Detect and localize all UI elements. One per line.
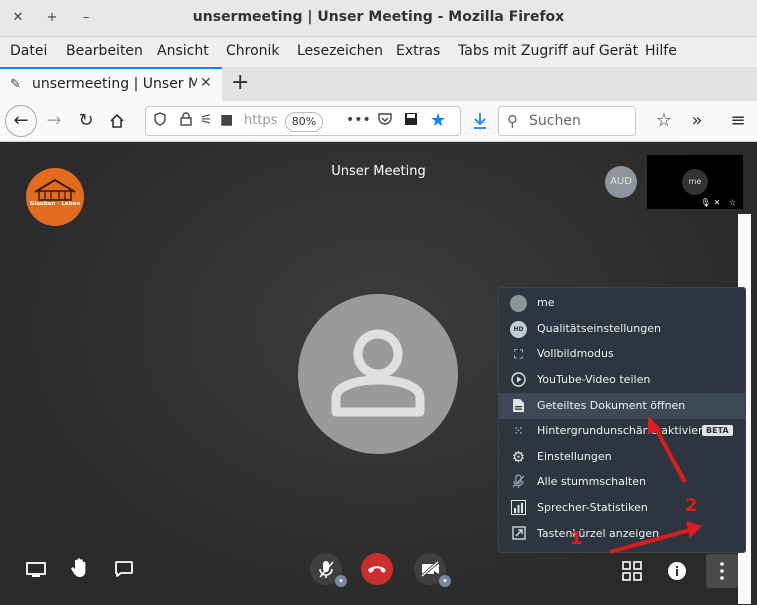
window-title: unsermeeting | Unser Meeting - Mozilla F… bbox=[192, 9, 565, 25]
thumb-status-icons: 🎙✕ ☆ bbox=[700, 198, 739, 207]
menu-item-fullscreen[interactable]: ⛶ Vollbildmodus bbox=[499, 341, 745, 367]
meeting-title: Unser Meeting bbox=[331, 164, 426, 179]
menu-item-youtube[interactable]: YouTube-Video teilen bbox=[499, 367, 745, 393]
annotation-number-2: 2 bbox=[685, 495, 698, 516]
menu-item-quality[interactable]: HD Qualitätseinstellungen bbox=[499, 316, 745, 342]
overflow-chevron-icon[interactable]: » bbox=[683, 107, 711, 135]
stats-icon bbox=[510, 500, 527, 517]
meeting-stage: Glauben · Leben Unser Meeting AUD me 🎙✕ … bbox=[0, 142, 757, 605]
menu-chronik[interactable]: Chronik bbox=[226, 43, 280, 59]
bookmarks-star-list-icon[interactable]: ☆ bbox=[650, 107, 678, 135]
blur-icon: ⁙ bbox=[513, 424, 524, 438]
more-actions-button[interactable] bbox=[706, 554, 738, 588]
bookmark-star-icon[interactable]: ★ bbox=[430, 110, 446, 131]
menu-item-label: YouTube-Video teilen bbox=[537, 373, 651, 386]
mic-options-chevron-icon[interactable]: ▾ bbox=[335, 575, 347, 587]
menu-hilfe[interactable]: Hilfe bbox=[645, 43, 677, 59]
window-titlebar: ✕ + – unsermeeting | Unser Meeting - Moz… bbox=[0, 0, 757, 37]
menu-tabs-geraet[interactable]: Tabs mit Zugriff auf Gerät bbox=[458, 43, 638, 59]
forward-icon[interactable]: → bbox=[40, 107, 68, 135]
tabbar: ✎ unsermeeting | Unser Meeting ✕ + bbox=[0, 67, 757, 101]
download-icon[interactable] bbox=[466, 107, 494, 135]
search-field[interactable]: ⚲ Suchen bbox=[498, 106, 636, 136]
user-avatar-icon bbox=[510, 295, 527, 312]
feather-favicon-icon: ✎ bbox=[10, 77, 21, 92]
hd-icon: HD bbox=[510, 321, 527, 338]
page-actions-icon[interactable]: ••• bbox=[346, 112, 371, 128]
participant-avatar bbox=[298, 294, 458, 454]
new-tab-icon[interactable]: + bbox=[231, 70, 249, 95]
tab-label: unsermeeting | Unser Meeting bbox=[32, 76, 197, 92]
tab-active[interactable]: ✎ unsermeeting | Unser Meeting ✕ bbox=[0, 67, 222, 101]
tab-close-icon[interactable]: ✕ bbox=[200, 75, 212, 91]
hamburger-menu-icon[interactable]: ≡ bbox=[724, 107, 752, 135]
menu-item-label: Vollbildmodus bbox=[537, 347, 614, 360]
menu-item-label: me bbox=[537, 296, 555, 309]
menubar: Datei Bearbeiten Ansicht Chronik Lesezei… bbox=[0, 37, 757, 67]
lock-icon[interactable] bbox=[180, 112, 192, 130]
url-text: https bbox=[244, 113, 278, 128]
save-floppy-icon[interactable] bbox=[404, 112, 418, 130]
camera-options-chevron-icon[interactable]: ▾ bbox=[439, 575, 451, 587]
menu-item-profile[interactable]: me bbox=[499, 290, 745, 316]
raise-hand-icon[interactable] bbox=[70, 557, 90, 583]
back-icon[interactable]: ← bbox=[5, 105, 37, 137]
url-bar[interactable]: ⚟ ■ https 80% ••• ★ bbox=[145, 106, 461, 136]
tracking-shield-icon[interactable] bbox=[154, 112, 166, 130]
menu-item-label: Qualitätseinstellungen bbox=[537, 322, 661, 335]
annotation-number-1: 1 bbox=[570, 528, 583, 549]
reload-icon[interactable]: ↻ bbox=[72, 107, 100, 135]
aud-avatar[interactable]: AUD bbox=[605, 166, 637, 198]
search-icon: ⚲ bbox=[507, 112, 518, 130]
menu-item-label: Geteiltes Dokument öffnen bbox=[537, 399, 686, 412]
gear-icon: ⚙ bbox=[511, 448, 526, 466]
zoom-level[interactable]: 80% bbox=[285, 112, 323, 132]
navigation-toolbar: ← → ↻ ⚟ ■ https 80% ••• ★ ⚲ Suchen ☆ » ≡ bbox=[0, 101, 757, 142]
home-icon[interactable] bbox=[103, 107, 131, 135]
permissions-icon[interactable]: ⚟ bbox=[200, 112, 213, 128]
mute-all-icon bbox=[510, 474, 527, 491]
menu-bearbeiten[interactable]: Bearbeiten bbox=[66, 43, 143, 59]
camera-permission-icon[interactable]: ■ bbox=[220, 112, 233, 128]
pocket-icon[interactable] bbox=[378, 112, 392, 130]
microphone-mute-button[interactable]: ▾ bbox=[310, 553, 347, 587]
screen-share-icon[interactable] bbox=[26, 562, 46, 582]
fullscreen-icon: ⛶ bbox=[514, 347, 523, 361]
camera-mute-button[interactable]: ▾ bbox=[414, 553, 451, 587]
logo-text: Glauben · Leben bbox=[29, 201, 81, 207]
menu-ansicht[interactable]: Ansicht bbox=[157, 43, 209, 59]
menu-extras[interactable]: Extras bbox=[396, 43, 440, 59]
menu-lesezeichen[interactable]: Lesezeichen bbox=[297, 43, 383, 59]
hangup-button[interactable] bbox=[361, 553, 393, 585]
local-video-thumbnail[interactable]: me 🎙✕ ☆ bbox=[647, 155, 743, 209]
search-placeholder: Suchen bbox=[529, 113, 581, 129]
document-icon bbox=[510, 398, 527, 415]
thumb-avatar: me bbox=[682, 169, 708, 195]
shortcut-icon bbox=[510, 526, 527, 543]
menu-datei[interactable]: Datei bbox=[10, 43, 47, 59]
chat-icon[interactable] bbox=[114, 560, 134, 582]
play-icon bbox=[510, 372, 527, 389]
